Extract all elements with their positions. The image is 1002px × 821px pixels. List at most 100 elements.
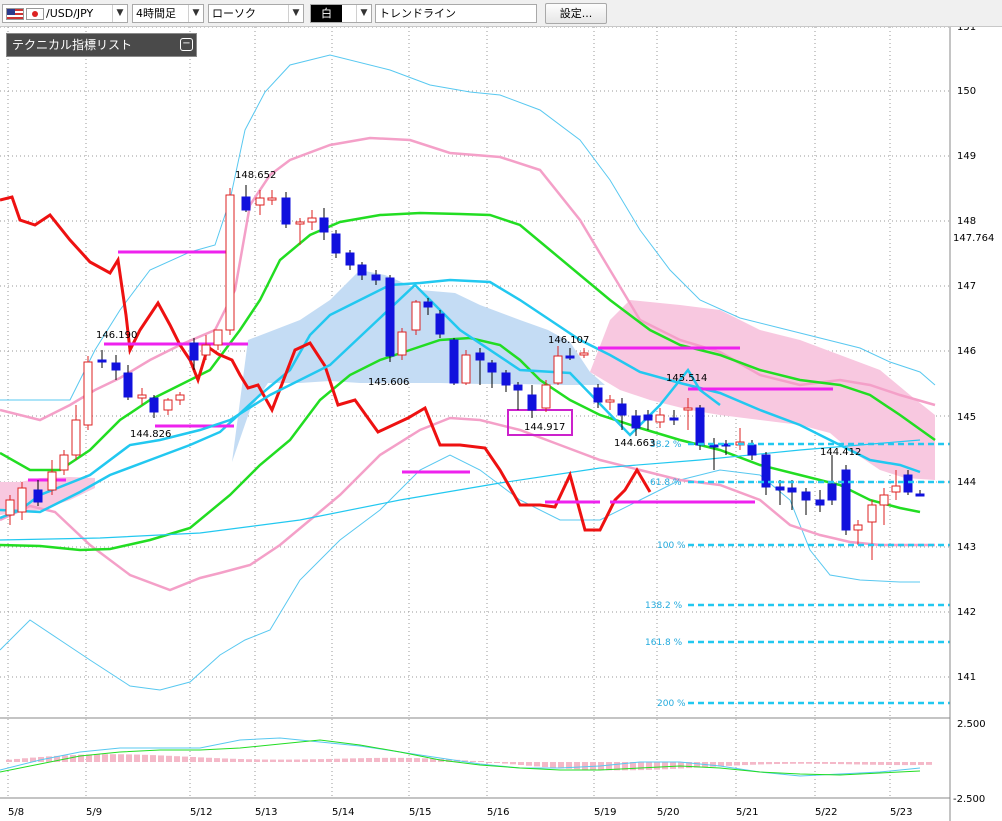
- current-price-label: 147.764: [953, 233, 994, 244]
- price-label-151: 151: [957, 27, 976, 33]
- macd-histogram-bar: [870, 762, 876, 765]
- macd-histogram-bar: [118, 754, 124, 762]
- date-label-0521: 5/21: [736, 807, 758, 818]
- date-label-0512: 5/12: [190, 807, 212, 818]
- price-label-141: 141: [957, 672, 976, 683]
- collapse-icon[interactable]: −: [180, 38, 193, 51]
- annot-146107: 146.107: [548, 335, 589, 346]
- candle-bear: [787, 487, 797, 493]
- macd-histogram-bar: [726, 762, 732, 766]
- candle-bear: [97, 359, 107, 363]
- chevron-down-icon[interactable]: ▼: [112, 5, 127, 22]
- date-label-0520: 5/20: [657, 807, 679, 818]
- candle-bull: [163, 399, 173, 411]
- candle-bear: [747, 444, 757, 456]
- price-label-150: 150: [957, 86, 976, 97]
- annot-146190: 146.190: [96, 330, 137, 341]
- macd-histogram-bar: [910, 762, 916, 766]
- candle-bull: [867, 504, 877, 523]
- date-label-0508: 5/8: [8, 807, 24, 818]
- symbol-select[interactable]: /USD/JPY ▼: [2, 4, 128, 23]
- timeframe-select[interactable]: 4時間足 ▼: [132, 4, 204, 23]
- candle-bear: [385, 277, 395, 357]
- candle-bull: [5, 499, 15, 516]
- macd-histogram-bar: [246, 759, 252, 762]
- annot-144663: 144.663: [614, 438, 655, 449]
- candle-bear: [189, 342, 199, 361]
- candle-bear: [487, 362, 497, 373]
- macd-histogram-bar: [878, 762, 884, 765]
- macd-histogram-bar: [502, 762, 508, 764]
- annot-145514: 145.514: [666, 373, 707, 384]
- indicator-list-panel[interactable]: テクニカル指標リスト −: [6, 33, 197, 57]
- macd-histogram-bar: [806, 762, 812, 764]
- candle-bull: [295, 221, 305, 225]
- macd-histogram-bar: [742, 762, 748, 766]
- candle-bear: [345, 252, 355, 266]
- annot-148652: 148.652: [235, 170, 276, 181]
- annot-144412: 144.412: [820, 447, 861, 458]
- macd-histogram-bar: [854, 762, 860, 765]
- candle-bear: [331, 233, 341, 254]
- drawing-tool-field[interactable]: トレンドライン: [375, 4, 537, 23]
- candle-bear: [319, 217, 329, 233]
- candle-bear: [513, 384, 523, 391]
- candle-bear: [33, 489, 43, 503]
- macd-histogram-bar: [366, 758, 372, 762]
- macd-histogram-bar: [350, 758, 356, 762]
- macd-histogram-bar: [926, 762, 932, 765]
- candle-bear: [815, 499, 825, 506]
- candle-bear: [111, 362, 121, 371]
- macd-histogram-bar: [790, 762, 796, 764]
- macd-histogram-bar: [406, 757, 412, 762]
- macd-histogram-bar: [310, 759, 316, 762]
- color-mode-label: 白: [311, 5, 342, 22]
- macd-histogram-bar: [510, 762, 516, 765]
- date-label-0515: 5/15: [409, 807, 431, 818]
- date-label-0519: 5/19: [594, 807, 616, 818]
- macd-histogram-bar: [662, 762, 668, 770]
- macd-histogram-bar: [534, 762, 540, 767]
- macd-histogram-bar: [166, 755, 172, 762]
- chart-type-select[interactable]: ローソク ▼: [208, 4, 304, 23]
- candle-bull: [655, 414, 665, 423]
- timeframe-label: 4時間足: [136, 7, 176, 20]
- settings-button[interactable]: 設定...: [545, 3, 607, 24]
- chevron-down-icon[interactable]: ▼: [356, 5, 371, 22]
- candle-bear: [527, 394, 537, 411]
- drawing-tool-label: トレンドライン: [379, 7, 456, 20]
- macd-histogram-bar: [486, 762, 492, 763]
- chevron-down-icon[interactable]: ▼: [188, 5, 203, 22]
- macd-histogram-bar: [278, 759, 284, 762]
- macd-histogram-bar: [382, 757, 388, 762]
- candle-bull: [267, 197, 277, 201]
- macd-histogram-bar: [542, 762, 548, 768]
- candle-bear: [841, 469, 851, 531]
- candle-bear: [903, 474, 913, 493]
- macd-label-upper: 2.500: [957, 719, 986, 730]
- chevron-down-icon[interactable]: ▼: [288, 5, 303, 22]
- candle-bull: [541, 384, 551, 409]
- macd-histogram-bar: [774, 762, 780, 765]
- macd-histogram-bar: [766, 762, 772, 765]
- macd-histogram-bar: [334, 758, 340, 762]
- macd-histogram-bar: [294, 759, 300, 762]
- price-chart[interactable]: 38.2 % 61.8 % 100 % 138.2 % 161.8 % 200 …: [0, 27, 1002, 821]
- macd-histogram-bar: [750, 762, 756, 765]
- candle-bull: [397, 331, 407, 356]
- macd-histogram-bar: [830, 762, 836, 764]
- candle-bull: [83, 361, 93, 426]
- candle-bear: [357, 264, 367, 276]
- candle-bear: [241, 196, 251, 211]
- macd-histogram-bar: [414, 758, 420, 762]
- candle-bull: [605, 399, 615, 403]
- price-label-142: 142: [957, 607, 976, 618]
- candle-bull: [853, 524, 863, 531]
- color-mode-select[interactable]: 白 ▼: [310, 4, 372, 23]
- fib-label-618: 61.8 %: [650, 478, 682, 488]
- date-label-0509: 5/9: [86, 807, 102, 818]
- macd-histogram-bar: [470, 760, 476, 762]
- candle-bear: [565, 355, 575, 359]
- macd-histogram-bar: [286, 759, 292, 762]
- macd-histogram-bar: [918, 762, 924, 765]
